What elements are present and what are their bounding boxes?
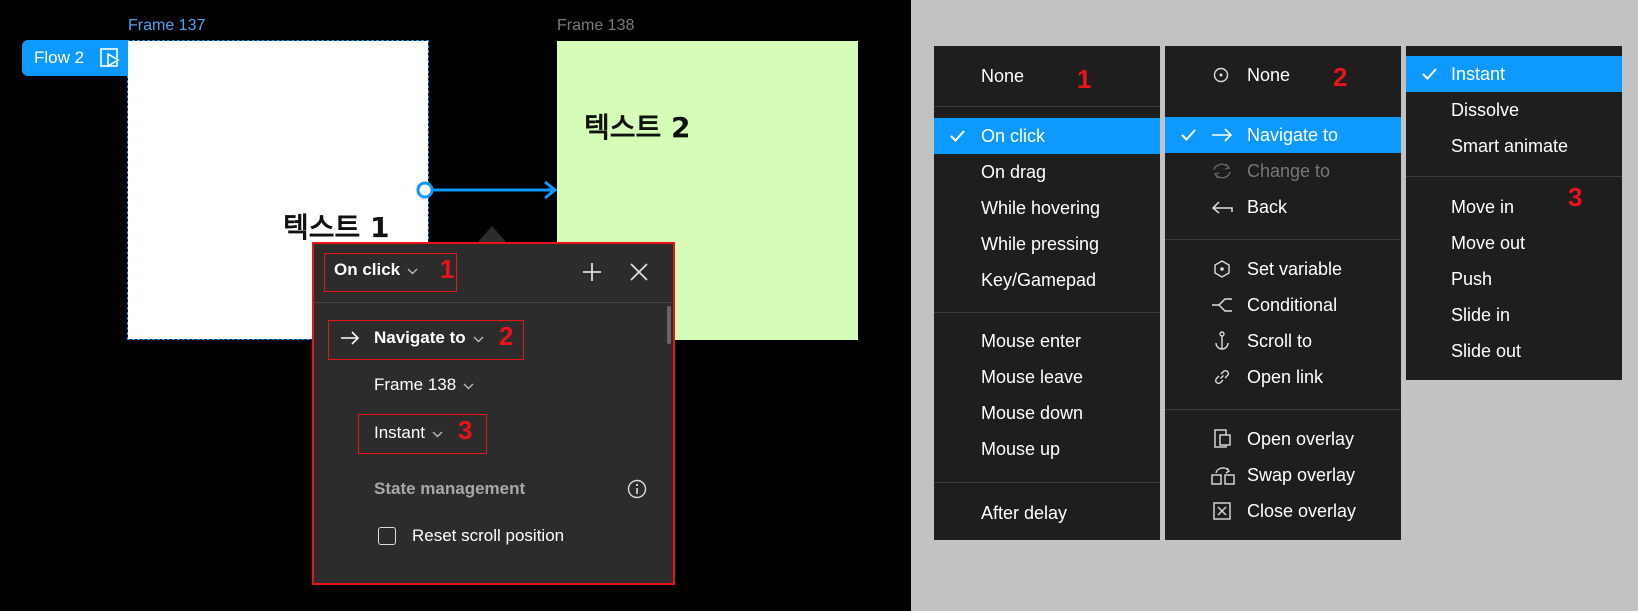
menu-item-mouse-up[interactable]: Mouse up — [934, 431, 1160, 467]
flow-badge-label: Flow 2 — [34, 48, 85, 67]
frame-137-text: 텍스트 1 — [283, 211, 390, 244]
marker-2: 2 — [1333, 62, 1348, 92]
menu-item-conditional[interactable]: Conditional — [1165, 287, 1401, 323]
menu-item-on-click[interactable]: On click — [934, 118, 1160, 154]
frame-138-text: 텍스트 2 — [584, 111, 691, 144]
close-overlay-icon — [1213, 502, 1231, 520]
menu-separator — [1165, 239, 1401, 240]
marker-1: 1 — [440, 254, 455, 284]
menu-item-swap-overlay[interactable]: Swap overlay — [1165, 457, 1401, 493]
hexagon-variable-icon — [1213, 260, 1231, 278]
reset-scroll-label: Reset scroll position — [412, 526, 565, 545]
menu-item-none[interactable]: None — [934, 58, 1160, 94]
animation-menu: Instant Dissolve Smart animate Move in 3… — [1406, 46, 1622, 380]
menu-item-dissolve[interactable]: Dissolve — [1406, 92, 1622, 128]
frame-137-label[interactable]: Frame 137 — [128, 17, 205, 35]
chevron-down-icon — [463, 375, 474, 395]
action-menu: None 2 Navigate to Change to Back Set va… — [1165, 46, 1401, 540]
open-overlay-icon — [1213, 429, 1233, 449]
menu-item-navigate-to[interactable]: Navigate to — [1165, 117, 1401, 153]
check-icon — [1422, 64, 1437, 85]
frame-138-label[interactable]: Frame 138 — [557, 17, 634, 35]
state-management-heading: State management — [374, 479, 526, 498]
circle-dot-icon — [1213, 67, 1229, 83]
panel-divider — [314, 302, 673, 303]
menu-item-close-overlay[interactable]: Close overlay — [1165, 493, 1401, 529]
panel-scrollbar[interactable] — [667, 306, 671, 344]
destination-dropdown[interactable]: Frame 138 — [374, 375, 474, 395]
trigger-dropdown[interactable]: On click — [334, 260, 418, 280]
arrow-right-icon — [1211, 128, 1233, 142]
animation-dropdown[interactable]: Instant — [374, 423, 443, 443]
menu-item-mouse-down[interactable]: Mouse down — [934, 395, 1160, 431]
menu-separator — [1165, 409, 1401, 410]
back-arrow-icon — [1211, 199, 1233, 215]
prototype-connection-arrow[interactable] — [415, 180, 560, 200]
menu-separator — [1406, 176, 1622, 177]
check-icon — [950, 126, 965, 147]
animation-value: Instant — [374, 423, 426, 442]
menu-item-back[interactable]: Back — [1165, 189, 1401, 225]
menu-item-on-drag[interactable]: On drag — [934, 154, 1160, 190]
menu-item-mouse-enter[interactable]: Mouse enter — [934, 323, 1160, 359]
menu-item-none[interactable]: None — [1165, 57, 1401, 93]
menu-item-after-delay[interactable]: After delay — [934, 495, 1160, 531]
trigger-value: On click — [334, 260, 401, 279]
menu-item-key-gamepad[interactable]: Key/Gamepad — [934, 262, 1160, 298]
menu-item-set-variable[interactable]: Set variable — [1165, 251, 1401, 287]
menu-item-slide-out[interactable]: Slide out — [1406, 333, 1622, 369]
link-icon — [1213, 368, 1231, 386]
marker-1: 1 — [1077, 64, 1092, 94]
close-icon[interactable] — [629, 262, 649, 287]
marker-3: 3 — [458, 415, 473, 445]
plus-icon[interactable] — [582, 262, 602, 287]
menu-separator — [934, 312, 1160, 313]
menu-item-change-to: Change to — [1165, 153, 1401, 189]
branch-icon — [1211, 297, 1233, 313]
action-dropdown[interactable]: Navigate to — [340, 328, 484, 348]
info-icon[interactable] — [627, 479, 647, 504]
menu-item-move-in[interactable]: Move in — [1406, 189, 1622, 225]
chevron-down-icon — [432, 423, 443, 443]
trigger-menu: None 1 On click On drag While hovering W… — [934, 46, 1160, 540]
panel-pointer — [478, 226, 506, 242]
destination-value: Frame 138 — [374, 375, 457, 394]
reset-scroll-option[interactable]: Reset scroll position — [378, 526, 564, 546]
menu-item-smart-animate[interactable]: Smart animate — [1406, 128, 1622, 164]
chevron-down-icon — [407, 260, 418, 280]
marker-3: 3 — [1568, 182, 1583, 212]
action-value: Navigate to — [374, 328, 466, 347]
menu-separator — [934, 106, 1160, 107]
chevron-down-icon — [473, 328, 484, 348]
anchor-icon — [1214, 331, 1230, 351]
menu-item-push[interactable]: Push — [1406, 261, 1622, 297]
flow-start-badge[interactable]: Flow 2 — [22, 40, 128, 76]
marker-2: 2 — [499, 321, 514, 351]
reset-scroll-checkbox[interactable] — [378, 527, 396, 545]
menu-item-while-pressing[interactable]: While pressing — [934, 226, 1160, 262]
flow-play-icon[interactable] — [100, 48, 122, 73]
refresh-icon — [1211, 162, 1233, 180]
menu-item-scroll-to[interactable]: Scroll to — [1165, 323, 1401, 359]
menu-item-instant[interactable]: Instant — [1406, 56, 1622, 92]
menu-item-open-overlay[interactable]: Open overlay — [1165, 421, 1401, 457]
arrow-right-icon — [340, 331, 360, 345]
menu-item-move-out[interactable]: Move out — [1406, 225, 1622, 261]
menu-item-open-link[interactable]: Open link — [1165, 359, 1401, 395]
menu-separator — [934, 482, 1160, 483]
check-icon — [1181, 125, 1196, 146]
interaction-details-panel: On click 1 Navigate to 2 Frame 138 Insta… — [312, 242, 675, 585]
menu-item-mouse-leave[interactable]: Mouse leave — [934, 359, 1160, 395]
menu-item-while-hovering[interactable]: While hovering — [934, 190, 1160, 226]
menu-item-slide-in[interactable]: Slide in — [1406, 297, 1622, 333]
swap-overlay-icon — [1211, 464, 1235, 486]
